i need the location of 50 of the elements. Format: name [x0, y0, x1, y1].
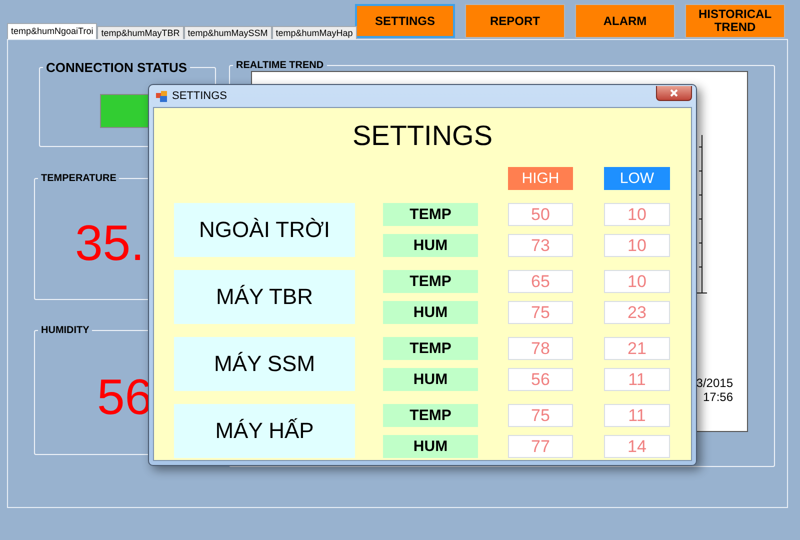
axis-label: 3/2015 — [696, 376, 733, 390]
device-name: MÁY SSM — [174, 337, 355, 391]
axis-label: 17:56 — [702, 390, 733, 404]
parameter-label: TEMP — [383, 270, 478, 293]
tab[interactable]: temp&humMayTBR — [97, 26, 184, 39]
group-title: TEMPERATURE — [41, 173, 116, 184]
low-limit-field[interactable]: 10 — [604, 270, 670, 293]
app-icon — [156, 90, 168, 102]
parameter-label: HUM — [383, 301, 478, 324]
group-title: HUMIDITY — [41, 325, 90, 336]
toolbar-button[interactable]: REPORT — [465, 4, 565, 38]
low-limit-field[interactable]: 14 — [604, 435, 670, 458]
high-header: HIGH — [508, 167, 573, 190]
tab[interactable]: temp&humMayHap — [272, 26, 357, 39]
parameter-label: TEMP — [383, 337, 478, 360]
parameter-label: HUM — [383, 435, 478, 458]
low-limit-field[interactable]: 21 — [604, 337, 670, 360]
device-name: NGOÀI TRỜI — [174, 203, 355, 257]
low-limit-field[interactable]: 11 — [604, 404, 670, 427]
high-limit-field[interactable]: 75 — [508, 404, 573, 427]
humidity-value: 56 — [96, 368, 154, 426]
high-limit-field[interactable]: 77 — [508, 435, 573, 458]
device-name: MÁY TBR — [174, 270, 355, 324]
group-title: REALTIME TREND — [236, 60, 324, 71]
high-limit-field[interactable]: 56 — [508, 368, 573, 391]
low-header: LOW — [604, 167, 670, 190]
close-icon — [670, 88, 678, 96]
low-limit-field[interactable]: 10 — [604, 203, 670, 226]
tab[interactable]: temp&humNgoaiTroi — [7, 23, 98, 39]
high-limit-field[interactable]: 50 — [508, 203, 573, 226]
dialog-title: SETTINGS — [172, 90, 228, 102]
low-limit-field[interactable]: 11 — [604, 368, 670, 391]
toolbar-button[interactable]: SETTINGS — [355, 4, 455, 38]
parameter-label: HUM — [383, 234, 478, 257]
close-button[interactable] — [656, 86, 692, 100]
toolbar-button[interactable]: ALARM — [575, 4, 675, 38]
parameter-label: TEMP — [383, 404, 478, 427]
device-name: MÁY HẤP — [174, 404, 355, 458]
low-limit-field[interactable]: 10 — [604, 234, 670, 257]
tab[interactable]: temp&humMaySSM — [184, 26, 272, 39]
high-limit-field[interactable]: 73 — [508, 234, 573, 257]
parameter-label: TEMP — [383, 203, 478, 226]
high-limit-field[interactable]: 78 — [508, 337, 573, 360]
toolbar-button[interactable]: HISTORICAL TREND — [685, 4, 785, 38]
group-title: CONNECTION STATUS — [46, 60, 188, 75]
parameter-label: HUM — [383, 368, 478, 391]
low-limit-field[interactable]: 23 — [604, 301, 670, 324]
settings-heading: SETTINGS — [351, 120, 494, 152]
high-limit-field[interactable]: 75 — [508, 301, 573, 324]
high-limit-field[interactable]: 65 — [508, 270, 573, 293]
